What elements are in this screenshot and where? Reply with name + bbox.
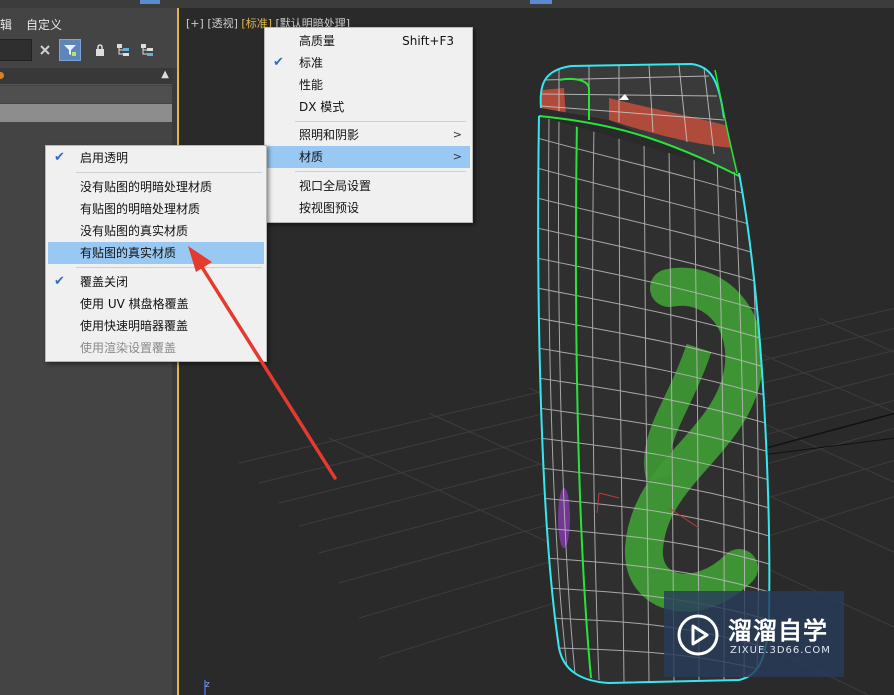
menu-item-label: 有贴图的明暗处理材质 [80, 202, 201, 216]
explorer-toolbar [0, 36, 177, 66]
menu-item-per-view-preset[interactable]: 按视图预设 [267, 197, 470, 219]
hierarchy-icon[interactable] [112, 39, 134, 61]
menu-item-label: 使用快速明暗器覆盖 [80, 319, 189, 333]
lock-icon[interactable] [89, 39, 111, 61]
menu-item-high-quality[interactable]: 高质量 Shift+F3 [267, 30, 470, 52]
menu-item-uv-checker-override[interactable]: 使用 UV 棋盘格覆盖 [48, 293, 264, 315]
menu-item-viewport-global-settings[interactable]: 视口全局设置 [267, 175, 470, 197]
menu-item-label: 使用渲染设置覆盖 [80, 341, 177, 355]
close-icon[interactable] [34, 39, 56, 61]
menu-item-shaded-with-maps[interactable]: 有贴图的明暗处理材质 [48, 198, 264, 220]
menu-separator [295, 121, 466, 122]
shortcut-label: Shift+F3 [402, 34, 454, 48]
watermark-title: 溜溜自学 [728, 617, 828, 645]
watermark-url: ZIXUE.3D66.COM [730, 645, 831, 656]
axis-z-label: z [205, 680, 210, 690]
menu-item-materials[interactable]: 材质 > [267, 146, 470, 168]
menu-separator [76, 267, 262, 268]
materials-submenu: ✔ 启用透明 没有贴图的明暗处理材质 有贴图的明暗处理材质 没有贴图的真实材质 … [45, 145, 267, 362]
menu-item-shaded-no-maps[interactable]: 没有贴图的明暗处理材质 [48, 176, 264, 198]
explorer-menubar: 辑 自定义 [0, 8, 177, 34]
menu-item-performance[interactable]: 性能 [267, 74, 470, 96]
menu-item-override-off[interactable]: ✔ 覆盖关闭 [48, 271, 264, 293]
menu-item-label: 性能 [299, 78, 324, 92]
shading-menu: 高质量 Shift+F3 ✔ 标准 性能 DX 模式 照明和阴影 > 材质 > … [264, 27, 473, 223]
menu-item-realistic-with-maps[interactable]: 有贴图的真实材质 [48, 242, 264, 264]
menu-item-label: 使用 UV 棋盘格覆盖 [80, 297, 189, 311]
check-icon: ✔ [54, 150, 65, 165]
menu-item-dx-mode[interactable]: DX 模式 [267, 96, 470, 118]
menu-item-edit[interactable]: 辑 [0, 16, 12, 33]
menu-item-standard[interactable]: ✔ 标准 [267, 52, 470, 74]
play-logo-icon [677, 614, 719, 656]
menu-item-render-settings-override: 使用渲染设置覆盖 [48, 337, 264, 359]
toolbar-highlight [140, 0, 160, 4]
chevron-right-icon: > [452, 150, 462, 163]
menu-item-label: 视口全局设置 [299, 179, 372, 193]
check-icon: ✔ [273, 55, 284, 70]
viewport-menu-view[interactable]: [透视] [207, 17, 238, 30]
menu-item-label: 材质 [299, 150, 324, 164]
menu-separator [76, 172, 262, 173]
column-indicator [0, 72, 4, 79]
menu-item-label: 照明和阴影 [299, 128, 360, 142]
menu-item-label: 没有贴图的真实材质 [80, 224, 189, 238]
menu-item-label: 启用透明 [80, 151, 129, 165]
list-item-selected[interactable] [0, 104, 172, 122]
watermark-logo: 溜溜自学 ZIXUE.3D66.COM [664, 591, 844, 677]
top-toolbar-strip [0, 0, 894, 8]
menu-item-label: 没有贴图的明暗处理材质 [80, 180, 213, 194]
toolbar-highlight [530, 0, 552, 4]
viewport-menu-plus[interactable]: [+] [186, 17, 204, 30]
check-icon: ✔ [54, 274, 65, 289]
menu-item-enable-transparency[interactable]: ✔ 启用透明 [48, 147, 264, 169]
menu-item-realistic-no-maps[interactable]: 没有贴图的真实材质 [48, 220, 264, 242]
menu-item-label: 标准 [299, 56, 324, 70]
menu-item-label: 覆盖关闭 [80, 275, 129, 289]
menu-item-label: 高质量 [299, 34, 336, 48]
menu-separator [295, 171, 466, 172]
menu-item-fast-shader-override[interactable]: 使用快速明暗器覆盖 [48, 315, 264, 337]
menu-item-label: 按视图预设 [299, 201, 360, 215]
menu-item-label: DX 模式 [299, 100, 345, 114]
hierarchy-alt-icon[interactable] [136, 39, 158, 61]
menu-item-label: 有贴图的真实材质 [80, 246, 177, 260]
explorer-column-header[interactable]: ▲ [0, 68, 172, 85]
list-item[interactable] [0, 86, 172, 103]
menu-item-customize[interactable]: 自定义 [26, 16, 62, 33]
sort-up-icon[interactable]: ▲ [161, 69, 169, 80]
filter-icon[interactable] [59, 39, 81, 61]
menu-item-lighting-shadows[interactable]: 照明和阴影 > [267, 124, 470, 146]
search-input[interactable] [0, 39, 32, 61]
chevron-right-icon: > [452, 128, 462, 141]
